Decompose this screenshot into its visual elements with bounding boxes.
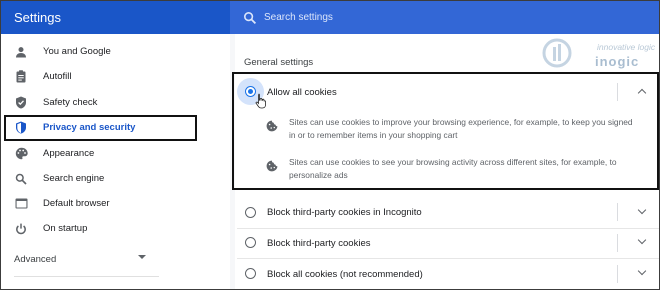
- logo-tagline: innovative logic: [597, 42, 656, 52]
- power-icon: [14, 222, 28, 236]
- sidebar-item-you-and-google[interactable]: You and Google: [1, 39, 230, 64]
- search-icon[interactable]: [243, 11, 257, 25]
- option-block-third-party-incognito[interactable]: Block third-party cookies in Incognito: [232, 197, 659, 227]
- advanced-toggle[interactable]: Advanced: [1, 250, 161, 268]
- sidebar-item-label: You and Google: [43, 46, 111, 57]
- app-title: Settings: [14, 10, 61, 25]
- sidebar-item-label: Appearance: [43, 148, 95, 159]
- sidebar-item-on-startup[interactable]: On startup: [1, 216, 230, 241]
- option-label: Block all cookies (not recommended): [267, 268, 423, 280]
- sidebar-item-label: Safety check: [43, 97, 98, 108]
- settings-window: Settings Search settings You and Google …: [0, 0, 660, 290]
- radio-block-all-cookies[interactable]: [245, 268, 256, 279]
- chevron-down-icon[interactable]: [637, 205, 647, 215]
- sidebar-item-default-browser[interactable]: Default browser: [1, 191, 230, 216]
- palette-icon: [14, 147, 28, 161]
- sidebar: You and Google Autofill Safety check Pri…: [1, 34, 230, 289]
- sidebar-item-safety-check[interactable]: Safety check: [1, 90, 230, 115]
- sidebar-item-search-engine[interactable]: Search engine: [1, 166, 230, 191]
- logo-wordmark: inogic: [595, 54, 640, 69]
- search-icon: [14, 172, 28, 186]
- sidebar-item-appearance[interactable]: Appearance: [1, 141, 230, 166]
- shield-check-icon: [14, 96, 28, 110]
- sidebar-item-label: On startup: [43, 223, 88, 234]
- hand-cursor-icon: [255, 93, 266, 109]
- separator: [617, 203, 618, 221]
- app-header: Settings: [1, 1, 230, 34]
- highlight-box: [4, 115, 197, 141]
- option-block-third-party[interactable]: Block third-party cookies: [232, 228, 659, 258]
- chevron-down-icon[interactable]: [637, 235, 647, 245]
- sidebar-item-label: Autofill: [43, 71, 72, 82]
- radio-block-third-party-incognito[interactable]: [245, 207, 256, 218]
- sidebar-item-autofill[interactable]: Autofill: [1, 64, 230, 89]
- clipboard-icon: [14, 70, 28, 84]
- option-label: Block third-party cookies in Incognito: [267, 206, 422, 218]
- option-block-all-cookies[interactable]: Block all cookies (not recommended): [232, 259, 659, 289]
- divider: [14, 276, 159, 277]
- search-input[interactable]: Search settings: [264, 12, 333, 23]
- search-bar[interactable]: Search settings: [230, 1, 659, 34]
- option-label: Block third-party cookies: [267, 237, 371, 249]
- separator: [617, 234, 618, 252]
- person-icon: [14, 45, 28, 59]
- chevron-down-icon[interactable]: [637, 266, 647, 276]
- sidebar-item-label: Default browser: [43, 198, 110, 209]
- top-bar: Settings Search settings: [1, 1, 659, 34]
- separator: [617, 265, 618, 283]
- section-title: General settings: [244, 57, 314, 68]
- caret-down-icon: [138, 255, 146, 259]
- highlight-box: [232, 72, 659, 190]
- sidebar-item-label: Search engine: [43, 173, 105, 184]
- radio-block-third-party[interactable]: [245, 237, 256, 248]
- browser-icon: [14, 197, 28, 211]
- advanced-label: Advanced: [14, 253, 57, 265]
